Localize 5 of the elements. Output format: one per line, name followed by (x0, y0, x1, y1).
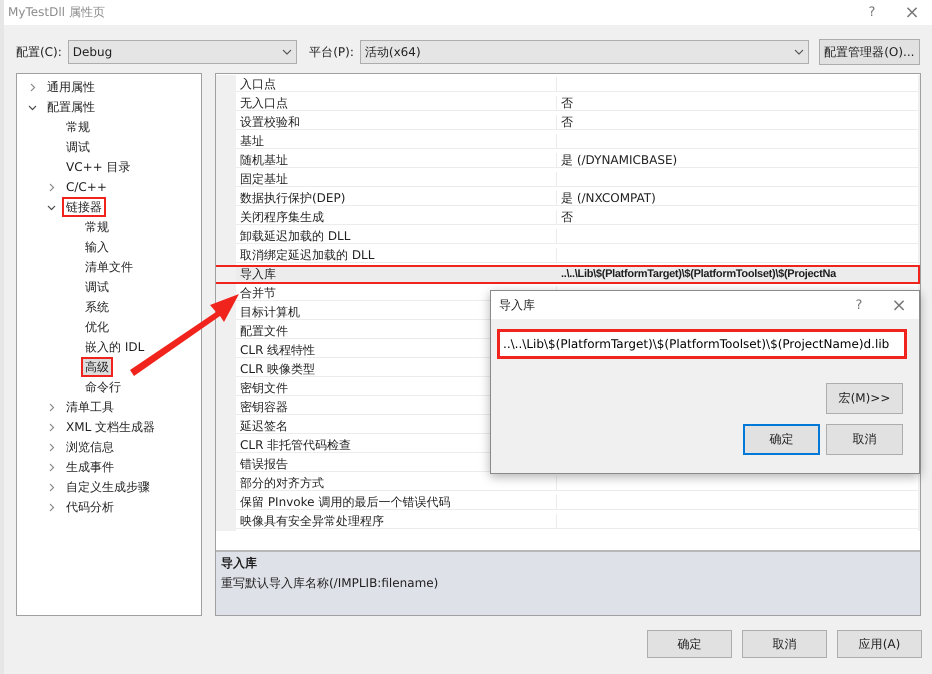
platform-label: 平台(P): (309, 44, 354, 60)
description-title: 导入库 (221, 555, 258, 572)
window-title: MyTestDll 属性页 (8, 4, 106, 21)
config-label: 配置(C): (16, 44, 62, 60)
description-text: 重写默认导入库名称(/IMPLIB:filename) (221, 575, 440, 592)
